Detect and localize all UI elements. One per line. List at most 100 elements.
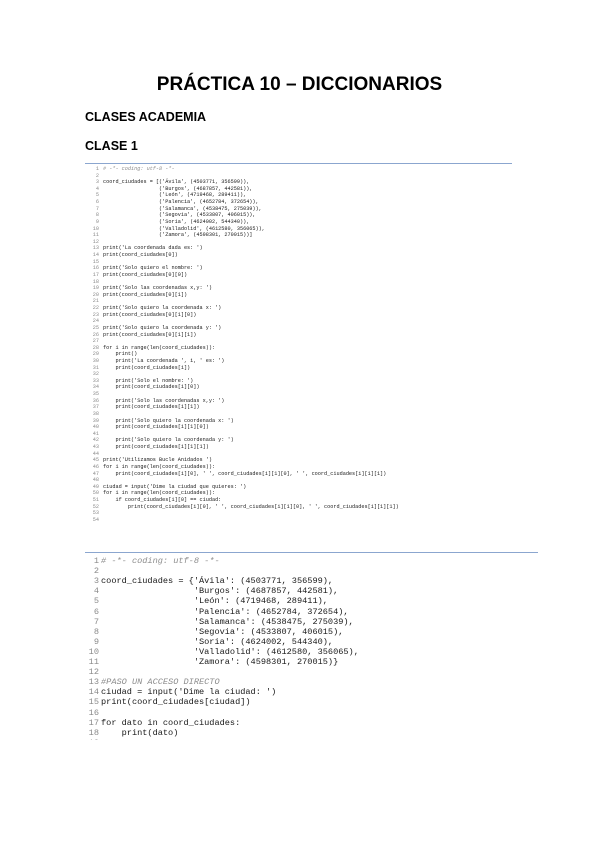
code-text: print(coord_ciudades[0])	[103, 252, 178, 259]
code-line: 9 'Soria': (4624002, 544340),	[85, 637, 333, 647]
line-number: 40	[92, 424, 99, 431]
line-number: 48	[92, 477, 99, 484]
code-text: print(coord_ciudades[i][1][1])	[103, 444, 209, 451]
code-text: # -*- coding: utf-8 -*-	[101, 556, 220, 566]
line-number: 17	[88, 717, 99, 728]
line-number: 14	[88, 687, 99, 698]
line-number: 43	[92, 444, 99, 451]
line-number: 18	[92, 278, 99, 285]
line-number: 20	[92, 291, 99, 298]
line-number: 7	[93, 616, 99, 627]
code-text: print(coord_ciudades[i][0])	[103, 384, 200, 391]
line-number: 45	[92, 457, 99, 464]
code-text: print('Solo quiero la coordenada y: ')	[103, 437, 234, 444]
code-text: print('Solo el nombre: ')	[103, 377, 194, 384]
code-line: 45 print('Utilizamos Bucle Anidados ')	[85, 457, 212, 464]
code-text: print('Solo las coordenadas x,y: ')	[103, 285, 212, 292]
code-line: 19	[85, 738, 101, 740]
line-number: 24	[92, 318, 99, 325]
code-text: print('Solo quiero la coordenada x: ')	[103, 305, 222, 312]
code-line: 47 print(coord_ciudades[i][0], ' ', coor…	[85, 470, 387, 478]
code-line: 15 print(coord_ciudades[ciudad])	[85, 697, 251, 707]
code-line: 42 print('Solo quiero la coordenada y: '…	[85, 437, 234, 444]
code-text: # -*- coding: utf-8 -*-	[103, 166, 175, 172]
code-text: ciudad = input('Dime la ciudad: ')	[101, 687, 277, 698]
code-text: print(coord_ciudades[0][1][0])	[103, 311, 197, 318]
code-text: ('Valladolid', (4612580, 356065)),	[103, 225, 265, 232]
code-text: 'Soria': (4624002, 544340),	[101, 636, 334, 647]
line-number: 8	[93, 626, 99, 637]
code-line: 13 #PASO UN ACCESO DIRECTO	[85, 677, 220, 687]
code-line: 10 'Valladolid': (4612580, 356065),	[85, 647, 359, 657]
code-line: 4 'Burgos': (4687857, 442581),	[85, 586, 338, 596]
code-text: if coord_ciudades[i][0] == ciudad:	[103, 497, 222, 503]
code-text: print(dato)	[101, 727, 179, 738]
code-line: 43 print(coord_ciudades[i][1][1])	[85, 444, 209, 451]
line-number: 12	[92, 238, 99, 245]
code-line: 17 for dato in coord_ciudades:	[85, 717, 241, 728]
line-number: 34	[92, 384, 99, 391]
line-number: 33	[92, 377, 99, 384]
line-number: 18	[88, 727, 99, 738]
line-number: 3	[93, 576, 99, 587]
line-number: 52	[92, 503, 99, 510]
line-number: 42	[92, 437, 99, 444]
code-screenshot-1: 1 # -*- coding: utf-8 -*- 2 3 coord_ciudades…	[85, 163, 512, 545]
code-text: coord_ciudades = {'Ávila': (4503771, 356…	[101, 576, 334, 587]
code-line: 46 for i in range(len(coord_ciudades)):	[85, 464, 215, 471]
code-text: 'León': (4719468, 289411),	[101, 596, 328, 607]
line-number: 30	[92, 357, 99, 364]
code-text: 'Segovia': (4533807, 406015),	[101, 626, 344, 637]
code-text: ('Segovia', (4533807, 406015)),	[103, 212, 256, 219]
code-text: print('La coordenada ', i, ' es: ')	[103, 357, 225, 364]
code-line: 6 ('Palencia', (4652784, 372654)),	[85, 199, 259, 206]
code-line: 54	[85, 517, 103, 524]
code-text: ('Zamora', (4598301, 270015))]	[103, 232, 253, 239]
line-number: 3	[95, 179, 99, 186]
code-text: ciudad = input('Dime la ciudad que quier…	[103, 483, 247, 490]
code-line: 18 print(dato)	[85, 727, 179, 738]
code-line: 28 for i in range(len(coord_ciudades)):	[85, 345, 215, 352]
line-number: 46	[92, 463, 99, 470]
code-text: ('Soria', (4624002, 544340)),	[103, 218, 250, 225]
code-text: for dato in coord_ciudades:	[101, 717, 241, 728]
code-text: print('La coordenada dada es: ')	[103, 245, 203, 252]
line-number: 16	[88, 707, 99, 718]
line-number: 14	[92, 252, 99, 259]
code-text: ('Salamanca', (4538475, 275039)),	[103, 205, 262, 212]
code-text: print(coord_ciudades[0][0])	[103, 271, 188, 278]
code-line: 17 print(coord_ciudades[0][0])	[85, 272, 187, 279]
code-line: 25 print('Solo quiero la coordenada y: ')	[85, 325, 222, 332]
line-number: 36	[92, 397, 99, 404]
line-number: 1	[93, 556, 99, 566]
line-number: 53	[92, 510, 99, 517]
code-line: 11 ('Zamora', (4598301, 270015))]	[85, 232, 253, 239]
code-text: print('Solo quiero el nombre: ')	[103, 265, 203, 272]
code-line: 52 print(coord_ciudades[i][0], ' ', coor…	[85, 504, 399, 511]
line-number: 10	[88, 646, 99, 657]
line-number: 9	[93, 636, 99, 647]
code-line: 39 print('Solo quiero la coordenada x: '…	[85, 418, 234, 425]
code-line: 2	[85, 566, 101, 576]
code-line: 15	[85, 259, 103, 266]
code-line: 2	[85, 173, 103, 180]
code-text: print(coord_ciudades[i][1][0])	[103, 424, 209, 431]
code-line: 12	[85, 667, 101, 677]
code-text: print(coord_ciudades[ciudad])	[101, 697, 251, 708]
line-number: 21	[92, 298, 99, 305]
code-line: 34 print(coord_ciudades[i][0])	[85, 384, 200, 391]
code-text: print(coord_ciudades[i][0], ' ', coord_c…	[103, 470, 387, 477]
code-line: 6 'Palencia': (4652784, 372654),	[85, 607, 349, 617]
code-line: 24	[85, 318, 103, 325]
code-text: print(coord_ciudades[0][1][1])	[103, 331, 197, 338]
code-line: 21	[85, 298, 103, 305]
code-screenshot-2: 1 # -*- coding: utf-8 -*- 2 3 coord_ciudades…	[85, 552, 538, 740]
line-number: 31	[92, 364, 99, 371]
line-number: 2	[95, 172, 99, 179]
line-number: 28	[92, 344, 99, 351]
document-page: PRÁCTICA 10 – DICCIONARIOS CLASES ACADEM…	[0, 0, 599, 848]
line-number: 4	[93, 586, 99, 597]
code-text: 'Palencia': (4652784, 372654),	[101, 606, 349, 617]
code-line: 14 ciudad = input('Dime la ciudad: ')	[85, 687, 277, 698]
code-text: 'Salamanca': (4538475, 275039),	[101, 616, 354, 627]
